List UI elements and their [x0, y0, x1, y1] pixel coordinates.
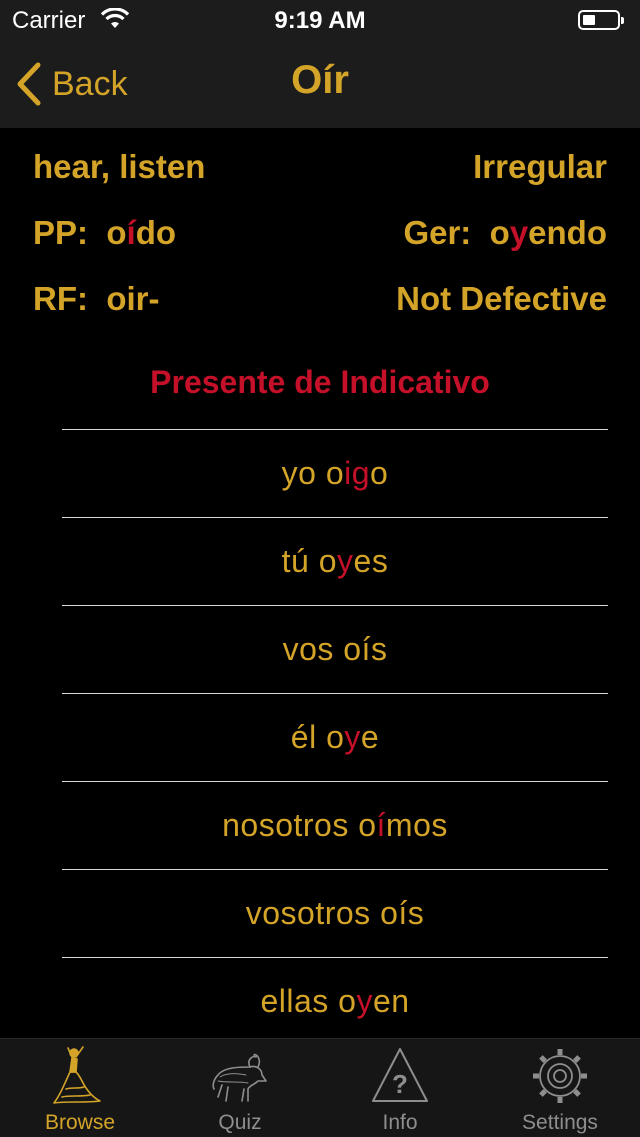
tab-browse-label: Browse [44, 1111, 116, 1134]
gerund: Ger: oyendo [403, 214, 607, 251]
ger-label: Ger: [403, 214, 472, 251]
tab-info-label: Info [382, 1111, 418, 1134]
defective-status: Not Defective [396, 280, 607, 317]
verb-info-row-3: RF: oir- Not Defective [33, 280, 607, 318]
conjugation-row[interactable]: nosotros o í mos [62, 782, 608, 870]
conjugation-row[interactable]: ellas o y en [62, 958, 608, 1045]
verb-info-row-1: hear, listen Irregular [33, 148, 607, 186]
verb-info-row-2: PP: oído Ger: oyendo [33, 214, 607, 252]
navigation-bar: Back Oír [0, 40, 640, 128]
pp-label: PP: [33, 214, 89, 251]
conjugation-row[interactable]: tú o y es [62, 518, 608, 606]
verb-type: Irregular [473, 148, 607, 185]
tab-settings-label: Settings [522, 1111, 598, 1134]
conjugation-row[interactable]: él oye [62, 694, 608, 782]
tab-browse[interactable]: Browse [0, 1039, 160, 1137]
tab-bar: Browse Quiz ? Info Settings [0, 1038, 640, 1137]
svg-text:?: ? [392, 1069, 408, 1099]
status-bar: Carrier 9:19 AM [0, 0, 640, 40]
verb-meaning: hear, listen [33, 148, 206, 185]
conjugation-row[interactable]: vos oís [62, 606, 608, 694]
conjugation-row[interactable]: vosotros oís [62, 870, 608, 958]
tab-quiz[interactable]: Quiz [160, 1039, 320, 1137]
gear-icon [533, 1049, 587, 1103]
root-form: RF: oir- [33, 280, 160, 317]
question-triangle-icon: ? [372, 1048, 428, 1102]
tab-info[interactable]: ? Info [320, 1039, 480, 1137]
status-time: 9:19 AM [274, 7, 366, 34]
tense-title: Presente de Indicativo [150, 364, 490, 400]
rf-label: RF: [33, 280, 88, 317]
tab-quiz-label: Quiz [218, 1111, 262, 1134]
tab-settings[interactable]: Settings [480, 1039, 640, 1137]
past-participle: PP: oído [33, 214, 177, 251]
conjugation-row[interactable]: yo o ig o [62, 430, 608, 518]
battery-icon [578, 10, 624, 30]
page-title: Oír [291, 58, 349, 102]
bull-icon [212, 1053, 267, 1102]
flamenco-dancer-icon [53, 1046, 101, 1104]
conjugation-list: yo o ig o tú o y es vos oís él oye nosotros … [62, 429, 608, 1045]
